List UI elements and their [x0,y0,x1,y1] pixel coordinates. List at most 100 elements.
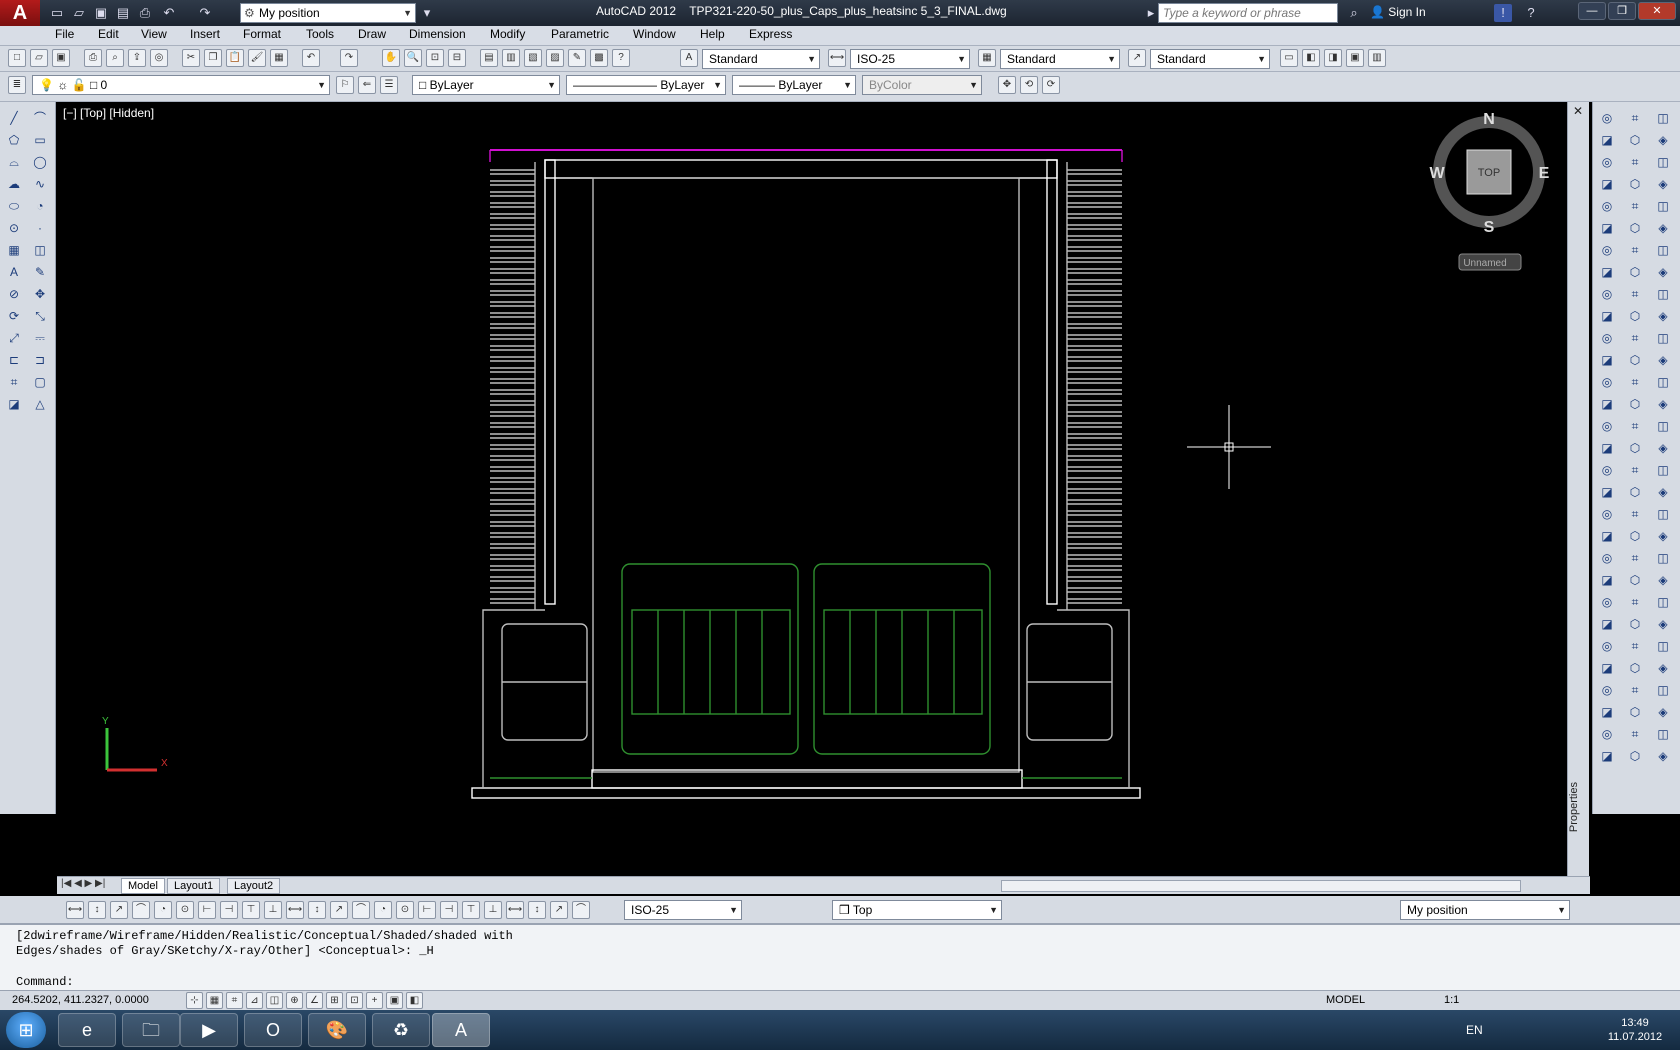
start-button[interactable]: ⊞ [6,1012,46,1048]
properties-palette-strip[interactable]: ✕ Properties [1567,102,1589,876]
close-button[interactable]: ✕ [1638,2,1676,20]
zoom-previous-icon[interactable]: ⊟ [448,49,466,67]
drafting-toggle-icon[interactable]: ◫ [266,992,283,1009]
markup-icon[interactable]: ✎ [568,49,586,67]
dimension-tool-icon[interactable]: ↕ [88,901,106,919]
draw-tool-icon[interactable]: ⤢ [4,328,24,348]
plot-icon[interactable]: ⎙ [136,4,154,22]
dimension-tool-icon[interactable]: ⊣ [220,901,238,919]
modeling-tool-icon[interactable]: ◪ [1597,262,1617,282]
modeling-tool-icon[interactable]: ⬡ [1625,614,1645,634]
draw-tool-icon[interactable]: ⊙ [4,218,24,238]
drafting-toggle-icon[interactable]: ◧ [406,992,423,1009]
copy-icon[interactable]: ❐ [204,49,222,67]
redo-icon[interactable]: ↷ [340,49,358,67]
dimension-tool-icon[interactable]: ⌒ [352,901,370,919]
plot-icon[interactable]: ⎙ [84,49,102,67]
modeling-tool-icon[interactable]: ⌗ [1625,548,1645,568]
modeling-tool-icon[interactable]: ◪ [1597,658,1617,678]
draw-tool-icon[interactable]: ⟳ [4,306,24,326]
mleader-style-dropdown[interactable]: Standard ▼ [1150,49,1270,69]
modeling-tool-icon[interactable]: ◈ [1653,306,1673,326]
menu-dimension[interactable]: Dimension [409,27,466,41]
command-window[interactable]: [2dwireframe/Wireframe/Hidden/Realistic/… [0,924,1680,990]
modeling-tool-icon[interactable]: ⬡ [1625,746,1645,766]
draw-tool-icon[interactable]: ▦ [4,240,24,260]
input-language[interactable]: EN [1466,1023,1483,1037]
modeling-tool-icon[interactable]: ⬡ [1625,130,1645,150]
layer-walk-icon[interactable]: ▣ [1346,49,1364,67]
modeling-tool-icon[interactable]: ◪ [1597,746,1617,766]
plot-preview-icon[interactable]: ⌕ [106,49,124,67]
redo-icon[interactable]: ↷ [196,4,214,22]
drafting-toggle-icon[interactable]: ⌗ [226,992,243,1009]
menu-file[interactable]: File [55,27,74,41]
modeling-tool-icon[interactable]: ⬡ [1625,306,1645,326]
modeling-tool-icon[interactable]: ⬡ [1625,174,1645,194]
modeling-tool-icon[interactable]: ◈ [1653,438,1673,458]
free-orbit-icon[interactable]: ⟲ [1020,76,1038,94]
dimension-tool-icon[interactable]: ◔ [154,901,172,919]
draw-tool-icon[interactable]: ⌗ [4,372,24,392]
draw-tool-icon[interactable]: ∿ [30,174,50,194]
layer-previous-icon[interactable]: ⇐ [358,76,376,94]
modeling-tool-icon[interactable]: ⌗ [1625,328,1645,348]
draw-tool-icon[interactable]: ⊏ [4,350,24,370]
modeling-tool-icon[interactable]: ◫ [1653,328,1673,348]
modeling-tool-icon[interactable]: ◫ [1653,372,1673,392]
exchange-icon[interactable]: ! [1494,4,1512,22]
modeling-tool-icon[interactable]: ◪ [1597,570,1617,590]
3d-dwf-icon[interactable]: ◎ [150,49,168,67]
modeling-tool-icon[interactable]: ⬡ [1625,438,1645,458]
modeling-tool-icon[interactable]: ⌗ [1625,636,1645,656]
workspace-dropdown[interactable]: ⚙ My position ▼ [240,3,416,23]
modeling-tool-icon[interactable]: ◫ [1653,724,1673,744]
draw-tool-icon[interactable]: ▭ [30,130,50,150]
drafting-toggle-icon[interactable]: ⊞ [326,992,343,1009]
draw-tool-icon[interactable]: ⊘ [4,284,24,304]
modeling-tool-icon[interactable]: ◈ [1653,746,1673,766]
dimension-tool-icon[interactable]: ⊣ [440,901,458,919]
menu-format[interactable]: Format [243,27,281,41]
recycle-tool-icon[interactable]: ♻ [372,1013,430,1047]
tool-palettes-icon[interactable]: ▧ [524,49,542,67]
modeling-tool-icon[interactable]: ⬡ [1625,394,1645,414]
draw-tool-icon[interactable]: △ [30,394,50,414]
dimension-tool-icon[interactable]: ↗ [330,901,348,919]
bottom-dim-style-dropdown[interactable]: ISO-25 ▼ [624,900,742,920]
paint-icon[interactable]: 🎨 [308,1013,366,1047]
modeling-tool-icon[interactable]: ◈ [1653,482,1673,502]
draw-tool-icon[interactable]: · [30,218,50,238]
modeling-tool-icon[interactable]: ⌗ [1625,240,1645,260]
zoom-window-icon[interactable]: ⊡ [426,49,444,67]
modeling-tool-icon[interactable]: ◈ [1653,614,1673,634]
menu-modify[interactable]: Modify [490,27,525,41]
draw-tool-icon[interactable]: ⬭ [4,196,24,216]
modeling-tool-icon[interactable]: ◎ [1597,284,1617,304]
mleader-style-icon[interactable]: ↗ [1128,49,1146,67]
maximize-button[interactable]: ❐ [1608,2,1636,20]
modeling-tool-icon[interactable]: ◪ [1597,130,1617,150]
drafting-toggle-icon[interactable]: ∠ [306,992,323,1009]
dimension-tool-icon[interactable]: ⟷ [506,901,524,919]
block-editor-icon[interactable]: ▦ [270,49,288,67]
help-icon[interactable]: ? [612,49,630,67]
color-dropdown[interactable]: □ ByLayer ▼ [412,75,560,95]
dimension-tool-icon[interactable]: ↗ [550,901,568,919]
modeling-tool-icon[interactable]: ◎ [1597,548,1617,568]
layer-states-icon[interactable]: ☰ [380,76,398,94]
draw-tool-icon[interactable]: A [4,262,24,282]
search-input[interactable]: Type a keyword or phrase [1158,3,1338,23]
application-menu-button[interactable]: A [0,0,40,26]
modeling-tool-icon[interactable]: ◪ [1597,482,1617,502]
dimension-tool-icon[interactable]: ⟷ [286,901,304,919]
dimension-tool-icon[interactable]: ⊢ [418,901,436,919]
dimension-tool-icon[interactable]: ◔ [374,901,392,919]
modeling-tool-icon[interactable]: ⌗ [1625,592,1645,612]
modeling-tool-icon[interactable]: ◎ [1597,636,1617,656]
dimension-tool-icon[interactable]: ⊢ [198,901,216,919]
modeling-tool-icon[interactable]: ◎ [1597,152,1617,172]
modeling-tool-icon[interactable]: ◪ [1597,350,1617,370]
dimension-tool-icon[interactable]: ⊙ [396,901,414,919]
tab-model[interactable]: Model [121,878,165,894]
